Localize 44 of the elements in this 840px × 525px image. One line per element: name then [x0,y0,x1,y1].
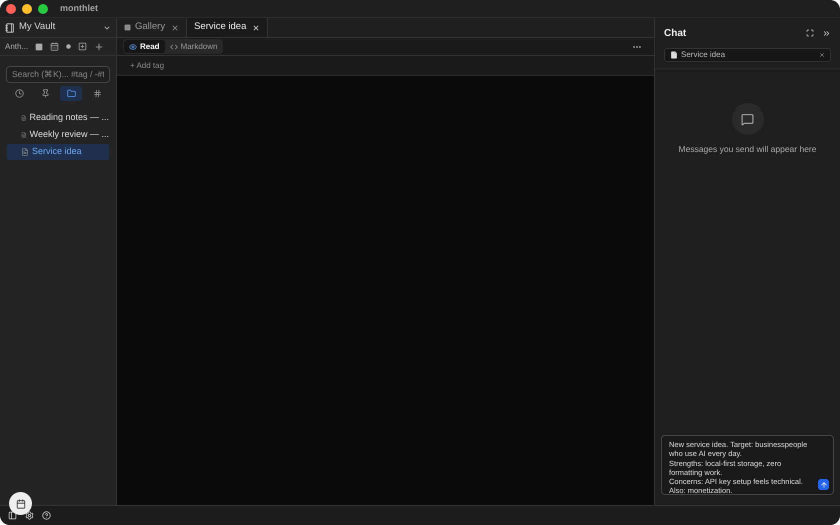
note-icon [21,114,26,122]
close-icon[interactable] [171,24,180,32]
arrow-up-icon [820,480,828,488]
sidebar-toggle-icon[interactable] [8,511,17,520]
view-mode-button[interactable]: Read [124,40,165,53]
note-icon [21,130,27,138]
speech-bubble-icon [741,112,754,126]
note-icon [21,148,29,156]
new-note-icon[interactable] [78,42,88,51]
chat-title: Chat [664,26,688,40]
empty-state-text: Messages you send will appear here [678,143,816,156]
send-button[interactable] [818,479,829,490]
code-icon [170,42,178,50]
close-window-button[interactable] [6,4,16,14]
add-tag-button[interactable]: + Add tag [130,60,164,72]
close-icon[interactable] [252,24,260,32]
pinned-icon [40,88,50,98]
document-tab[interactable]: Service idea [187,18,268,37]
view-mode-button[interactable]: Markdown [164,40,222,53]
toolbar-label: Anth... [5,40,28,52]
eye-icon [129,42,137,50]
calendar-icon [16,498,26,508]
window-title: monthlet [60,2,98,15]
help-icon[interactable] [42,511,51,520]
dot-icon[interactable] [66,44,72,49]
collapse-icon[interactable] [822,28,831,38]
tags-icon [92,88,102,98]
document-icon [670,51,678,59]
maximize-window-button[interactable] [38,4,48,14]
minimize-window-button[interactable] [22,4,32,14]
context-chip: Service idea [664,48,831,62]
notebook-icon [5,22,15,32]
folders-icon [66,88,76,98]
vault-selector[interactable]: My Vault [0,18,116,38]
note-list-item[interactable]: Reading notes — ... [7,110,109,126]
folders-tab[interactable] [60,86,82,100]
note-list-item[interactable]: Weekly review — ... [7,126,109,142]
recent-icon [14,88,24,98]
add-icon[interactable] [94,42,104,52]
calendar-icon[interactable] [50,42,60,51]
note-list-item[interactable]: Service idea [7,144,109,160]
remove-icon[interactable] [819,52,825,58]
settings-icon[interactable] [25,511,34,520]
expand-icon[interactable] [806,29,814,37]
